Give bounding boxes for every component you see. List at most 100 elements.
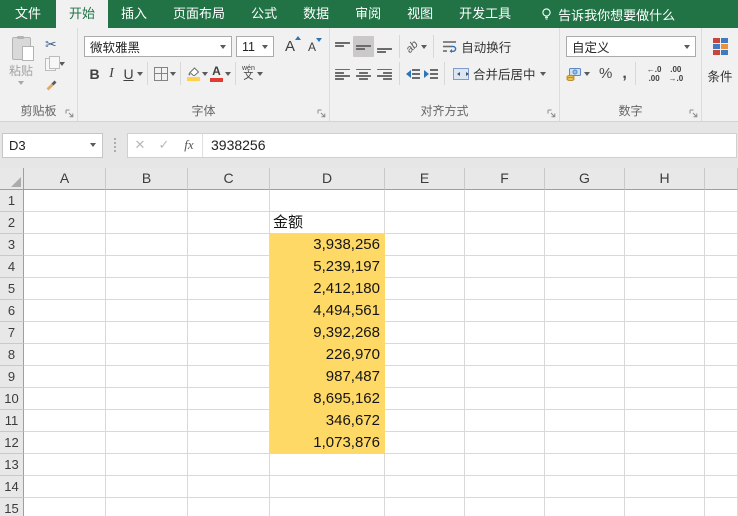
merge-center-button[interactable]: 合并后居中 — [453, 64, 546, 83]
cell-H3[interactable] — [625, 234, 705, 256]
cell-B7[interactable] — [106, 322, 188, 344]
cell-D9[interactable]: 987,487 — [270, 366, 385, 388]
row-header-10[interactable]: 10 — [0, 388, 24, 410]
name-box-caret[interactable] — [90, 143, 96, 147]
cell-G8[interactable] — [545, 344, 625, 366]
row-header-6[interactable]: 6 — [0, 300, 24, 322]
font-color-caret[interactable] — [225, 71, 231, 76]
fill-color-button[interactable] — [187, 66, 200, 81]
orientation-button[interactable]: ab — [404, 38, 428, 55]
cell-C15[interactable] — [188, 498, 270, 516]
cell-D2[interactable]: 金额 — [270, 212, 385, 234]
align-top-button[interactable] — [332, 36, 353, 57]
cell-H7[interactable] — [625, 322, 705, 344]
cell-F7[interactable] — [465, 322, 545, 344]
decrease-decimal-button[interactable]: .00 →.0 — [668, 65, 683, 83]
cell-C7[interactable] — [188, 322, 270, 344]
cell-B3[interactable] — [106, 234, 188, 256]
cell-B13[interactable] — [106, 454, 188, 476]
cell-C2[interactable] — [188, 212, 270, 234]
cell-F5[interactable] — [465, 278, 545, 300]
tab-home[interactable]: 开始 — [56, 0, 109, 28]
cell-F2[interactable] — [465, 212, 545, 234]
column-header-partial[interactable] — [705, 168, 738, 190]
cell-C4[interactable] — [188, 256, 270, 278]
font-color-button[interactable]: A — [210, 65, 223, 82]
cell-H8[interactable] — [625, 344, 705, 366]
cell-A7[interactable] — [24, 322, 106, 344]
cell-H11[interactable] — [625, 410, 705, 432]
insert-function-button[interactable]: fx — [176, 137, 202, 153]
cell-B2[interactable] — [106, 212, 188, 234]
cell-C8[interactable] — [188, 344, 270, 366]
cell-A9[interactable] — [24, 366, 106, 388]
cell-A3[interactable] — [24, 234, 106, 256]
cell-B5[interactable] — [106, 278, 188, 300]
wrap-text-button[interactable]: 自动换行 — [442, 37, 511, 56]
cell-partial-10[interactable] — [705, 388, 738, 410]
cell-H1[interactable] — [625, 190, 705, 212]
cell-C10[interactable] — [188, 388, 270, 410]
percent-style-button[interactable]: % — [599, 66, 612, 81]
alignment-dialog-launcher[interactable] — [547, 109, 556, 118]
tab-page-layout[interactable]: 页面布局 — [160, 0, 238, 28]
column-header-E[interactable]: E — [385, 168, 465, 190]
cell-E15[interactable] — [385, 498, 465, 516]
cell-C13[interactable] — [188, 454, 270, 476]
tab-file[interactable]: 文件 — [0, 0, 56, 28]
cell-D14[interactable] — [270, 476, 385, 498]
row-header-14[interactable]: 14 — [0, 476, 24, 498]
cell-A15[interactable] — [24, 498, 106, 516]
cell-H12[interactable] — [625, 432, 705, 454]
clipboard-dialog-launcher[interactable] — [65, 109, 74, 118]
cell-E6[interactable] — [385, 300, 465, 322]
cell-E7[interactable] — [385, 322, 465, 344]
underline-dropdown-caret[interactable] — [137, 71, 143, 76]
increase-indent-button[interactable] — [424, 68, 438, 79]
cell-E3[interactable] — [385, 234, 465, 256]
cell-G5[interactable] — [545, 278, 625, 300]
column-header-F[interactable]: F — [465, 168, 545, 190]
cut-button[interactable]: ✂ — [43, 34, 67, 54]
cell-E8[interactable] — [385, 344, 465, 366]
cell-E13[interactable] — [385, 454, 465, 476]
cell-A6[interactable] — [24, 300, 106, 322]
cell-B4[interactable] — [106, 256, 188, 278]
select-all-button[interactable] — [0, 168, 24, 190]
cell-F10[interactable] — [465, 388, 545, 410]
cell-B15[interactable] — [106, 498, 188, 516]
cell-E14[interactable] — [385, 476, 465, 498]
row-header-12[interactable]: 12 — [0, 432, 24, 454]
cell-E11[interactable] — [385, 410, 465, 432]
row-header-7[interactable]: 7 — [0, 322, 24, 344]
cell-C1[interactable] — [188, 190, 270, 212]
tab-data[interactable]: 数据 — [290, 0, 342, 28]
cell-H13[interactable] — [625, 454, 705, 476]
cell-A8[interactable] — [24, 344, 106, 366]
cell-H4[interactable] — [625, 256, 705, 278]
cell-G15[interactable] — [545, 498, 625, 516]
font-size-combo[interactable]: 11 — [236, 36, 274, 57]
cell-D1[interactable] — [270, 190, 385, 212]
cell-B12[interactable] — [106, 432, 188, 454]
cancel-button[interactable]: ✕ — [128, 137, 152, 153]
cell-partial-4[interactable] — [705, 256, 738, 278]
cell-G9[interactable] — [545, 366, 625, 388]
tab-insert[interactable]: 插入 — [108, 0, 160, 28]
cell-G1[interactable] — [545, 190, 625, 212]
row-header-15[interactable]: 15 — [0, 498, 24, 516]
cell-B8[interactable] — [106, 344, 188, 366]
align-center-button[interactable] — [353, 63, 374, 84]
cell-B11[interactable] — [106, 410, 188, 432]
cell-C3[interactable] — [188, 234, 270, 256]
phonetic-caret[interactable] — [256, 71, 263, 76]
tab-review[interactable]: 审阅 — [342, 0, 394, 28]
cell-D11[interactable]: 346,672 — [270, 410, 385, 432]
cell-E10[interactable] — [385, 388, 465, 410]
cell-D8[interactable]: 226,970 — [270, 344, 385, 366]
cell-H6[interactable] — [625, 300, 705, 322]
italic-button[interactable]: I — [103, 66, 120, 81]
format-painter-button[interactable] — [43, 74, 67, 94]
align-bottom-button[interactable] — [374, 36, 395, 57]
cell-partial-15[interactable] — [705, 498, 738, 516]
